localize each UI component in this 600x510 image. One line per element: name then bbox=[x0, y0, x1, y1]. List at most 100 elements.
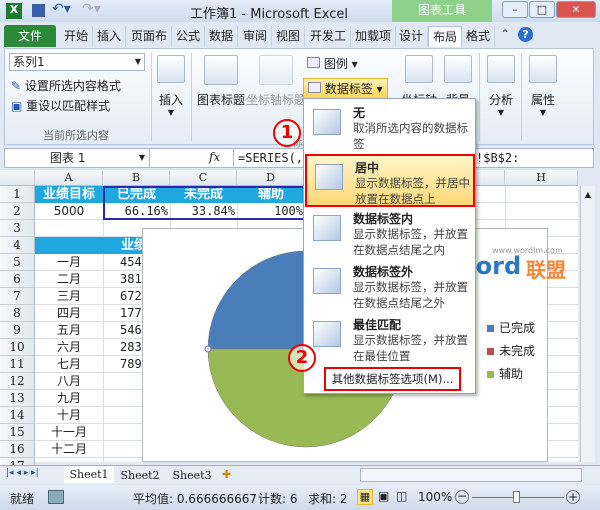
month-cell[interactable]: 四月 bbox=[35, 305, 103, 322]
value-cell[interactable]: 381 bbox=[120, 271, 142, 288]
row-header-9[interactable]: 9 bbox=[0, 322, 35, 339]
tab-insert[interactable]: 插入 bbox=[93, 26, 127, 47]
reset-style-button[interactable]: ▣ 重设以匹配样式 bbox=[11, 97, 110, 114]
row-header-3[interactable]: 3 bbox=[0, 220, 35, 237]
tab-formulas[interactable]: 公式 bbox=[172, 26, 206, 47]
chart-element-selector[interactable]: 系列1 ▼ bbox=[9, 53, 145, 71]
row-header-1[interactable]: 1 bbox=[0, 186, 35, 203]
menu-item-3[interactable]: 数据标签外 显示数据标签，并放置在数据点结尾之外 bbox=[305, 260, 475, 313]
row-header-6[interactable]: 6 bbox=[0, 271, 35, 288]
tab-addins[interactable]: 加载项 bbox=[351, 26, 397, 47]
month-cell[interactable]: 十一月 bbox=[35, 424, 103, 441]
month-cell[interactable]: 十月 bbox=[35, 407, 103, 424]
menu-item-4[interactable]: 最佳匹配 显示数据标签，并放置在最佳位置 bbox=[305, 313, 475, 366]
tab-layout[interactable]: 布局 bbox=[428, 26, 463, 47]
row-header-14[interactable]: 14 bbox=[0, 407, 35, 424]
column-header-h[interactable]: H bbox=[505, 170, 578, 186]
tab-developer[interactable]: 开发工 bbox=[306, 26, 352, 47]
redo-icon[interactable]: ↷▾ bbox=[82, 1, 101, 17]
row-header-13[interactable]: 13 bbox=[0, 390, 35, 407]
month-cell[interactable]: 九月 bbox=[35, 390, 103, 407]
menu-item-1[interactable]: 居中 显示数据标签，并居中放置在数据点上 bbox=[305, 154, 475, 207]
value-cell[interactable]: 546 bbox=[120, 322, 142, 339]
insert-button[interactable]: 插入 ▼ bbox=[155, 55, 187, 117]
selection-handle[interactable] bbox=[204, 345, 212, 353]
zoom-slider-thumb[interactable] bbox=[513, 491, 520, 503]
normal-view-icon[interactable]: ▦ bbox=[357, 489, 373, 505]
row-header-8[interactable]: 8 bbox=[0, 305, 35, 322]
zoom-out-button[interactable]: − bbox=[455, 490, 469, 504]
row-header-10[interactable]: 10 bbox=[0, 339, 35, 356]
month-cell[interactable]: 八月 bbox=[35, 373, 103, 390]
page-break-view-icon[interactable]: ◫ bbox=[396, 489, 407, 503]
axis-title-button[interactable]: 坐标轴标题 bbox=[245, 55, 307, 108]
sheet-tab-sheet3[interactable]: Sheet3 bbox=[167, 467, 217, 484]
column-header-b[interactable]: B bbox=[103, 170, 170, 186]
month-cell[interactable]: 一月 bbox=[35, 254, 103, 271]
month-cell[interactable]: 二月 bbox=[35, 271, 103, 288]
tab-home[interactable]: 开始 bbox=[60, 26, 94, 47]
tab-file[interactable]: 文件 bbox=[4, 25, 56, 47]
value-cell[interactable]: 454 bbox=[120, 254, 142, 271]
tab-data[interactable]: 数据 bbox=[205, 26, 239, 47]
sheet-nav-arrows-icon[interactable]: |◂ ◂ ▸ ▸| bbox=[6, 468, 39, 478]
menu-item-title: 数据标签外 bbox=[353, 265, 414, 279]
menu-item-0[interactable]: 无取消所选内容的数据标签 bbox=[305, 101, 475, 154]
row-header-15[interactable]: 15 bbox=[0, 424, 35, 441]
column-header-d[interactable]: D bbox=[237, 170, 305, 186]
month-cell[interactable]: 三月 bbox=[35, 288, 103, 305]
value-cell[interactable]: 672 bbox=[120, 288, 142, 305]
help-icon[interactable]: ? bbox=[518, 27, 533, 42]
column-header-a[interactable]: A bbox=[35, 170, 103, 186]
insert-function-icon[interactable]: fx bbox=[209, 150, 220, 164]
value-cell[interactable]: 177 bbox=[120, 305, 142, 322]
chart-title-button[interactable]: 图表标题 bbox=[193, 55, 249, 108]
tab-design[interactable]: 设计 bbox=[395, 26, 429, 47]
row-header-12[interactable]: 12 bbox=[0, 373, 35, 390]
minimize-button[interactable]: – bbox=[502, 1, 528, 18]
legend-button[interactable]: 图例 ▾ bbox=[307, 55, 358, 72]
horizontal-scrollbar[interactable] bbox=[360, 468, 582, 482]
row-header-2[interactable]: 2 bbox=[0, 203, 35, 220]
maximize-button[interactable]: □ bbox=[529, 1, 555, 18]
close-button[interactable]: ✕ bbox=[556, 1, 596, 18]
more-data-label-options[interactable]: 其他数据标签选项(M)... bbox=[324, 367, 461, 391]
menu-item-2[interactable]: 数据标签内 显示数据标签，并放置在数据点结尾之内 bbox=[305, 207, 475, 260]
tab-review[interactable]: 审阅 bbox=[239, 26, 273, 47]
value-cell[interactable]: 789 bbox=[120, 356, 142, 373]
row-header-7[interactable]: 7 bbox=[0, 288, 35, 305]
cell-a1[interactable]: 业绩目标 bbox=[35, 186, 103, 203]
value-cell[interactable]: 283 bbox=[120, 339, 142, 356]
cell-a4-b4[interactable]: 业绩 bbox=[35, 237, 142, 254]
format-selection-button[interactable]: ✎ 设置所选内容格式 bbox=[11, 77, 121, 94]
month-cell[interactable]: 六月 bbox=[35, 339, 103, 356]
ribbon-collapse-icon[interactable]: ⌃ bbox=[500, 27, 510, 41]
sheet-tab-sheet1[interactable]: Sheet1 bbox=[64, 466, 114, 483]
month-cell[interactable]: 十二月 bbox=[35, 441, 103, 458]
tab-view[interactable]: 视图 bbox=[272, 26, 306, 47]
data-labels-button[interactable]: 数据标签 ▾ bbox=[303, 78, 388, 99]
row-header-5[interactable]: 5 bbox=[0, 254, 35, 271]
name-box[interactable]: 图表 1 ▼ bbox=[5, 149, 150, 167]
sheet-tab-sheet2[interactable]: Sheet2 bbox=[115, 467, 165, 484]
macro-record-icon[interactable] bbox=[48, 490, 64, 504]
row-header-11[interactable]: 11 bbox=[0, 356, 35, 373]
page-layout-view-icon[interactable]: ▣ bbox=[378, 489, 389, 503]
properties-button[interactable]: 属性 ▼ bbox=[525, 55, 561, 117]
save-icon[interactable] bbox=[32, 4, 45, 17]
tab-format[interactable]: 格式 bbox=[462, 26, 496, 47]
row-header-16[interactable]: 16 bbox=[0, 441, 35, 458]
tab-page-layout[interactable]: 页面布 bbox=[127, 26, 173, 47]
row-header-4[interactable]: 4 bbox=[0, 237, 35, 254]
month-cell[interactable]: 五月 bbox=[35, 322, 103, 339]
analysis-button[interactable]: 分析 ▼ bbox=[483, 55, 519, 117]
legend[interactable]: 已完成 未完成 辅助 bbox=[487, 319, 535, 382]
select-all-corner[interactable] bbox=[0, 170, 35, 186]
zoom-in-button[interactable]: + bbox=[566, 490, 580, 504]
vertical-scrollbar[interactable]: ▲ bbox=[580, 186, 595, 462]
undo-icon[interactable]: ↶▾ bbox=[52, 1, 71, 17]
column-header-c[interactable]: C bbox=[170, 170, 237, 186]
insert-sheet-icon[interactable]: ✚ bbox=[222, 468, 231, 481]
month-cell[interactable]: 七月 bbox=[35, 356, 103, 373]
cell-a2[interactable]: 5000 bbox=[35, 203, 103, 220]
